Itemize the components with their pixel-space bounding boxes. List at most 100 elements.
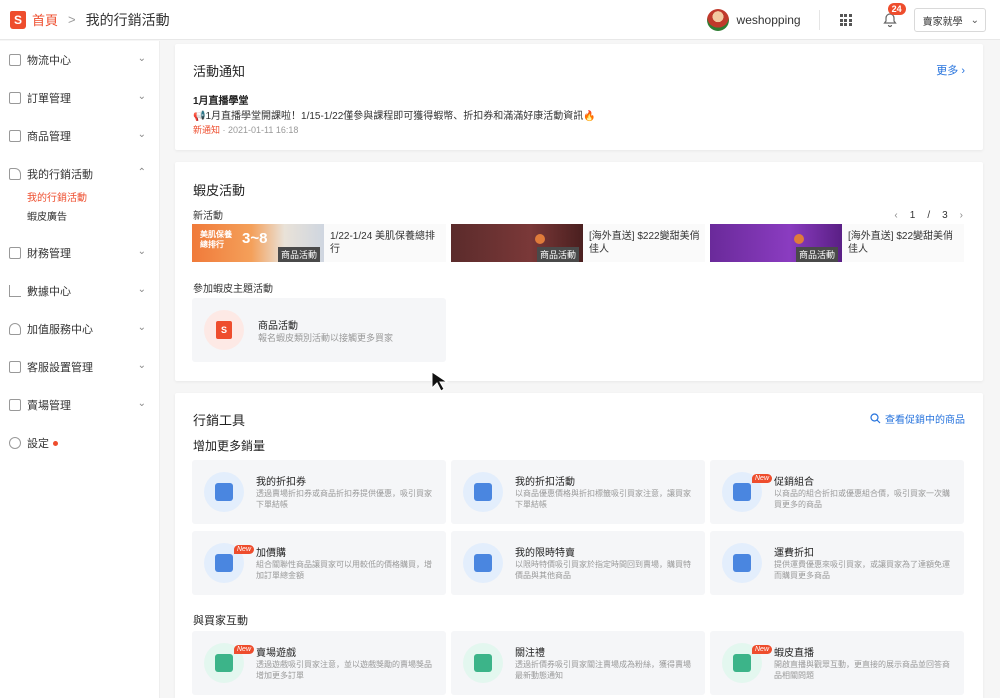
avatar[interactable] <box>706 9 729 31</box>
bell-icon[interactable]: 24 <box>882 3 906 28</box>
new-notice-tag: 新通知 <box>193 125 221 135</box>
tool-follow-prize[interactable]: 關注禮 透過折價券吸引買家關注賣場成為粉絲，獲得賣場最新動態通知 <box>451 631 705 695</box>
tool-icon-circle <box>463 472 503 512</box>
notice-item-title[interactable]: 1月直播學堂 <box>193 92 249 107</box>
notice-item-body[interactable]: 📢1月直播學堂開課啦！1/15-1/22僅參與課程即可獲得蝦幣、折扣券和滿滿好康… <box>193 107 596 122</box>
activity-banner[interactable]: 商品活動 [海外直送] $222變甜美俏佳人 <box>451 224 705 262</box>
username[interactable]: weshopping <box>737 13 801 27</box>
tool-name: 我的折扣活動 <box>515 477 575 488</box>
tool-icon-circle <box>463 543 503 583</box>
tool-icon-circle: New <box>722 643 773 683</box>
chevron-down-icon: ⌄ <box>137 398 146 409</box>
video-icon <box>733 654 751 672</box>
activity-banner[interactable]: 美肌保養總排行 3~8 商品活動 1/22-1/24 美肌保養總排行 <box>192 224 446 262</box>
tool-name: 我的限時特賣 <box>515 548 575 559</box>
sidebar-item-orders[interactable]: 訂單管理 ⌄ <box>0 88 160 108</box>
tool-desc: 以商品優惠價格與折扣標籤吸引買家注意，讓買家下單結帳 <box>515 489 691 509</box>
new-badge: New <box>234 545 255 554</box>
tool-discount[interactable]: 我的折扣活動 以商品優惠價格與折扣標籤吸引買家注意，讓買家下單結帳 <box>451 460 705 524</box>
shopee-logo-icon[interactable]: S <box>10 10 26 29</box>
sidebar-item-label: 加值服務中心 <box>27 324 93 336</box>
tool-voucher[interactable]: 我的折扣券 透過賣場折扣券或商品折扣券提供優惠，吸引買家下單結帳 <box>192 460 446 524</box>
chevron-right-icon[interactable]: › <box>960 210 963 221</box>
sidebar-item-logistics[interactable]: 物流中心 ⌄ <box>0 50 160 70</box>
cart-plus-icon <box>215 554 233 572</box>
banner-image-big: 3~8 <box>242 230 268 247</box>
chevron-down-icon: ⌄ <box>137 284 146 295</box>
sidebar-item-products[interactable]: 商品管理 ⌄ <box>0 126 160 146</box>
sidebar-item-finance[interactable]: 財務管理 ⌄ <box>0 243 160 263</box>
tag-icon <box>9 168 21 180</box>
mouse-cursor-icon <box>431 371 449 392</box>
sidebar-item-store[interactable]: 賣場管理 ⌄ <box>0 395 160 415</box>
tool-desc: 透過賣場折扣券或商品折扣券提供優惠，吸引買家下單結帳 <box>256 489 432 509</box>
tool-add-on[interactable]: New 加價購 組合關聯性商品讓買家可以用較低的價格購買，增加訂單總金額 <box>192 531 446 595</box>
gift-icon <box>474 654 492 672</box>
sidebar-item-settings[interactable]: 設定 <box>0 433 160 453</box>
banner-image: 美肌保養總排行 3~8 商品活動 <box>192 224 324 262</box>
seller-center-label: 賣家就學 <box>922 16 963 28</box>
new-activity-label: 新活動 <box>193 211 223 222</box>
sidebar-item-label: 訂單管理 <box>27 93 71 105</box>
sidebar-item-label: 我的行銷活動 <box>27 169 93 181</box>
sidebar-item-marketing[interactable]: 我的行銷活動 ⌃ <box>0 164 160 184</box>
apps-grid-icon[interactable] <box>839 14 852 26</box>
theme-activity-item[interactable]: S 商品活動 報名蝦皮類別活動以接觸更多買家 <box>192 298 446 362</box>
tool-name: 賣場遊戲 <box>256 648 296 659</box>
sidebar: 物流中心 ⌄ 訂單管理 ⌄ 商品管理 ⌄ 我的行銷活動 ⌃ 我的行銷活動 蝦皮廣… <box>0 41 160 698</box>
chevron-left-icon[interactable]: ‹ <box>894 210 897 221</box>
store-icon <box>9 399 21 411</box>
search-icon <box>870 413 881 424</box>
sidebar-item-label: 客服設置管理 <box>27 362 93 374</box>
new-badge: New <box>752 474 773 483</box>
shopee-activity-title: 蝦皮活動 <box>193 183 246 198</box>
tool-name: 運費折扣 <box>774 548 814 559</box>
chevron-right-icon: > <box>68 12 76 27</box>
tool-desc: 以商品的組合折扣或優惠組合價，吸引買家一次購買更多的商品 <box>774 489 950 509</box>
more-link[interactable]: 更多 › <box>936 62 965 78</box>
theme-activity-label: 參加蝦皮主題活動 <box>193 284 273 295</box>
tool-icon-circle: New <box>722 472 773 512</box>
sidebar-item-label: 商品管理 <box>27 131 71 143</box>
bundle-icon <box>733 483 751 501</box>
tool-desc: 開啟直播與觀眾互動，更直接的展示商品並回答商品相關問題 <box>774 660 950 680</box>
view-promo-products-link[interactable]: 查看促銷中的商品 <box>870 411 965 426</box>
notice-date: · 2021-01-11 16:18 <box>220 125 299 135</box>
banner-text: [海外直送] $22變甜美俏佳人 <box>848 231 954 255</box>
breadcrumb-home[interactable]: 首頁 <box>32 10 58 29</box>
tool-shipping-discount[interactable]: 運費折扣 提供運費優惠來吸引買家，或讓買家為了達額免運而購買更多商品 <box>710 531 964 595</box>
banner-image-text: 美肌保養總排行 <box>200 230 232 249</box>
tool-shop-game[interactable]: New 賣場遊戲 透過遊戲吸引買家注意，並以遊戲獎勵的賣場獎品增加更多訂單 <box>192 631 446 695</box>
banner-decoration <box>535 234 545 244</box>
tool-flash-sale[interactable]: 我的限時特賣 以限時特價吸引買家於指定時間回到賣場，購買特價品與其他商品 <box>451 531 705 595</box>
shopping-bag-icon: S <box>216 321 232 339</box>
new-badge: New <box>234 645 255 654</box>
sidebar-item-customer-service[interactable]: 客服設置管理 ⌄ <box>0 357 160 377</box>
tool-bundle[interactable]: New 促銷組合 以商品的組合折扣或優惠組合價，吸引買家一次購買更多的商品 <box>710 460 964 524</box>
sidebar-item-value-added[interactable]: 加值服務中心 ⌄ <box>0 319 160 339</box>
banner-image: 商品活動 <box>710 224 842 262</box>
notification-count-badge: 24 <box>887 3 906 15</box>
tool-desc: 透過遊戲吸引買家注意，並以遊戲獎勵的賣場獎品增加更多訂單 <box>256 660 432 680</box>
diamond-icon <box>9 323 21 335</box>
sidebar-subitem-my-marketing[interactable]: 我的行銷活動 <box>27 189 87 204</box>
new-badge: New <box>752 645 773 654</box>
sidebar-item-label: 數據中心 <box>27 286 71 298</box>
chart-icon <box>9 285 21 297</box>
banner-text: [海外直送] $222變甜美俏佳人 <box>589 231 700 255</box>
sidebar-item-data[interactable]: 數據中心 ⌄ <box>0 281 160 301</box>
seller-center-dropdown[interactable]: 賣家就學 ⌄ <box>913 8 986 32</box>
page-current: 1 <box>909 210 916 221</box>
activity-banner[interactable]: 商品活動 [海外直送] $22變甜美俏佳人 <box>710 224 964 262</box>
divider <box>818 10 820 30</box>
tool-live-stream[interactable]: New 蝦皮直播 開啟直播與觀眾互動，更直接的展示商品並回答商品相關問題 <box>710 631 964 695</box>
sidebar-subitem-ads[interactable]: 蝦皮廣告 <box>27 208 67 223</box>
tool-name: 蝦皮直播 <box>774 648 814 659</box>
clipboard-icon <box>9 92 21 104</box>
banner-tag: 商品活動 <box>536 247 579 262</box>
chevron-down-icon: ⌄ <box>137 322 146 333</box>
gear-icon <box>9 437 21 449</box>
tool-name: 促銷組合 <box>774 477 814 488</box>
shopee-activity-card: 蝦皮活動 新活動 ‹ 1 / 3 › 美肌保養總排行 3~8 商品活動 1/22… <box>175 162 983 381</box>
banner-text: 1/22-1/24 美肌保養總排行 <box>330 231 436 255</box>
